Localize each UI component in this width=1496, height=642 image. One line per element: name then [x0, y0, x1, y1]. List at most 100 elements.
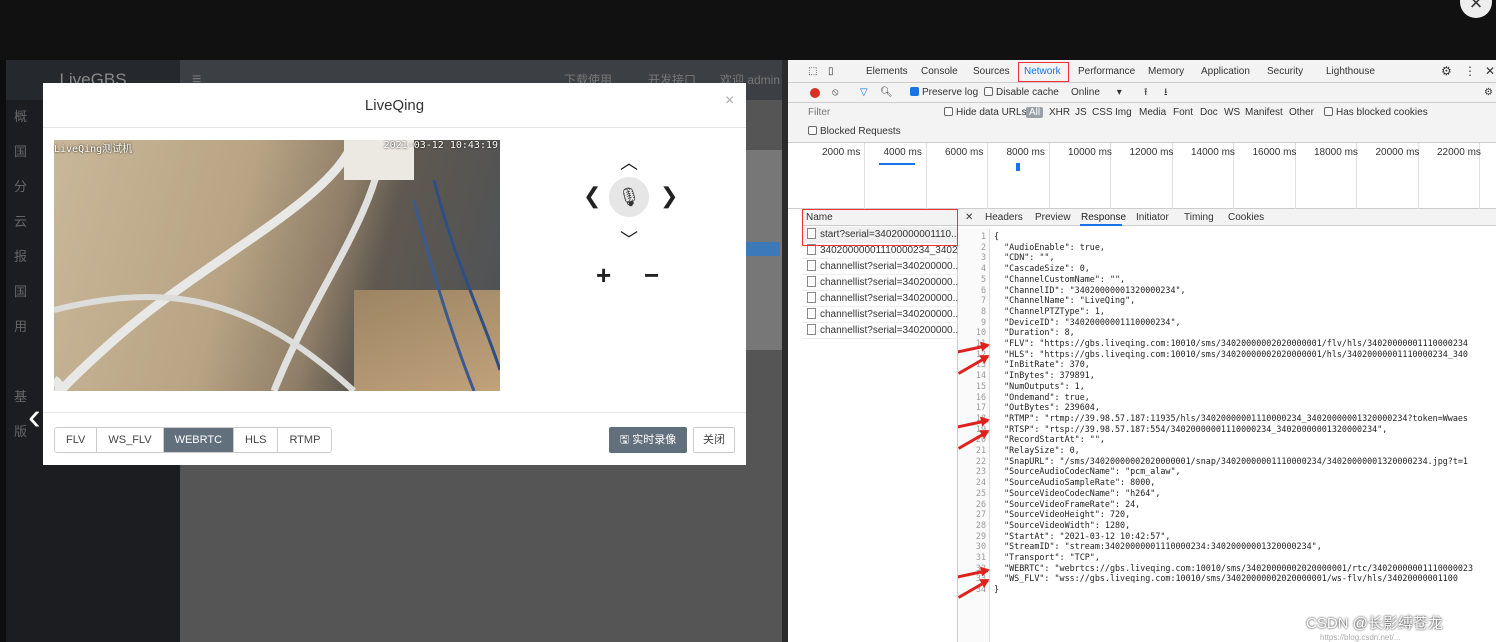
- tab-lighthouse[interactable]: Lighthouse: [1326, 60, 1375, 83]
- filter-input[interactable]: Filter: [808, 103, 830, 123]
- request-row[interactable]: channellist?serial=340200000...: [802, 291, 958, 307]
- active-tab-indicator: [1080, 224, 1122, 226]
- microphone-icon[interactable]: 🎙: [609, 177, 649, 217]
- tab-memory[interactable]: Memory: [1148, 60, 1184, 83]
- request-row[interactable]: channellist?serial=340200000...: [802, 323, 958, 339]
- record-button[interactable]: 🖫 实时录像: [609, 427, 687, 453]
- throttle-select[interactable]: Online ▾: [1071, 83, 1122, 103]
- zoom-out-button[interactable]: −: [644, 260, 659, 291]
- filter-media[interactable]: Media: [1139, 103, 1166, 123]
- line-number: 24: [975, 477, 986, 488]
- tab-performance[interactable]: Performance: [1078, 60, 1135, 83]
- code-line: "RTSP": "rtsp://39.98.57.187:554/3402000…: [994, 423, 1388, 434]
- filter-icon[interactable]: ▽: [860, 83, 868, 103]
- live-video-modal: LiveQing × LiveQing测试机 2021-03-12 10:43:…: [43, 83, 746, 465]
- tab-timing[interactable]: Timing: [1184, 209, 1214, 226]
- hide-data-urls-checkbox[interactable]: Hide data URLs: [944, 103, 1027, 123]
- record-icon[interactable]: [810, 88, 820, 98]
- request-name: channellist?serial=340200000...: [820, 261, 958, 272]
- code-line: "RecordStartAt": "",: [994, 434, 1105, 445]
- waterfall-bar: [879, 163, 915, 165]
- protocol-flv[interactable]: FLV: [55, 428, 98, 452]
- protocol-ws-flv[interactable]: WS_FLV: [97, 428, 164, 452]
- filter-font[interactable]: Font: [1173, 103, 1193, 123]
- timeline-gridline: [987, 143, 988, 209]
- search-icon[interactable]: 🔍︎: [880, 83, 893, 103]
- settings-icon[interactable]: ⚙: [1441, 60, 1452, 83]
- checkbox-icon: [1324, 107, 1333, 116]
- modal-close-icon[interactable]: ×: [725, 92, 734, 110]
- tab-headers[interactable]: Headers: [985, 209, 1023, 226]
- code-line: "OutBytes": 239604,: [994, 402, 1100, 413]
- filter-img[interactable]: Img: [1115, 103, 1132, 123]
- filter-doc[interactable]: Doc: [1200, 103, 1218, 123]
- tab-cookies[interactable]: Cookies: [1228, 209, 1264, 226]
- ptz-right-icon[interactable]: ❯: [660, 183, 678, 209]
- line-number: 29: [975, 530, 986, 541]
- clear-icon[interactable]: ⦸: [832, 83, 839, 103]
- inspect-icon[interactable]: ⬚: [808, 60, 817, 83]
- ptz-up-icon[interactable]: ︿: [619, 149, 639, 175]
- timeline-tick-label: 18000 ms: [1314, 147, 1358, 158]
- code-line: {: [994, 231, 1000, 241]
- tab-application[interactable]: Application: [1201, 60, 1250, 83]
- more-icon[interactable]: ⋮: [1464, 60, 1476, 83]
- document-icon: [807, 292, 816, 303]
- request-row[interactable]: channellist?serial=340200000...: [802, 259, 958, 275]
- tab-sources[interactable]: Sources: [973, 60, 1010, 83]
- protocol-hls[interactable]: HLS: [234, 428, 279, 452]
- filter-all-label: All: [1026, 107, 1044, 118]
- code-line: "NumOutputs": 1,: [994, 380, 1085, 391]
- hide-data-urls-label: Hide data URLs: [956, 107, 1027, 118]
- code-line: "ChannelPTZType": 1,: [994, 305, 1105, 316]
- zoom-in-button[interactable]: +: [596, 260, 611, 291]
- tab-elements[interactable]: Elements: [866, 60, 908, 83]
- filter-ws[interactable]: WS: [1224, 103, 1240, 123]
- request-detail: ✕ Headers Preview Response Initiator Tim…: [958, 209, 1496, 642]
- network-settings-icon[interactable]: ⚙: [1484, 83, 1493, 103]
- protocol-webrtc[interactable]: WEBRTC: [163, 428, 235, 452]
- ptz-down-icon[interactable]: ﹀: [619, 226, 639, 252]
- close-detail-icon[interactable]: ✕: [965, 209, 973, 226]
- request-name: 34020000001110000234_3402...: [820, 245, 958, 256]
- timeline-gridline: [925, 143, 927, 209]
- tab-security[interactable]: Security: [1267, 60, 1303, 83]
- filter-manifest[interactable]: Manifest: [1245, 103, 1283, 123]
- code-line: "AudioEnable": true,: [994, 241, 1105, 252]
- upload-icon[interactable]: ⭱: [1144, 83, 1148, 103]
- filter-other[interactable]: Other: [1289, 103, 1314, 123]
- device-toggle-icon[interactable]: ▯: [828, 60, 834, 83]
- preserve-log-checkbox[interactable]: Preserve log: [910, 83, 978, 103]
- chevron-left-icon[interactable]: ‹: [28, 396, 41, 439]
- response-body[interactable]: 1 {2 "AudioEnable": true, 3 "CDN": "", 4 "C…: [958, 229, 1496, 642]
- download-icon[interactable]: ⭳: [1164, 83, 1168, 103]
- close-devtools-icon[interactable]: ✕: [1485, 60, 1495, 83]
- code-line: "Duration": 8,: [994, 327, 1075, 338]
- video-player[interactable]: LiveQing测试机 2021-03-12 10:43:19: [54, 140, 500, 391]
- protocol-rtmp[interactable]: RTMP: [278, 428, 332, 452]
- code-line: "SourceAudioSampleRate": 8000,: [994, 477, 1156, 488]
- request-row[interactable]: channellist?serial=340200000...: [802, 307, 958, 323]
- network-overview[interactable]: 2000 ms 4000 ms 6000 ms 8000 ms 10000 ms 1200…: [788, 143, 1496, 209]
- request-highlight: [802, 209, 958, 246]
- blocked-cookies-label: Has blocked cookies: [1336, 107, 1428, 118]
- line-number: 9: [980, 316, 986, 327]
- filter-xhr[interactable]: XHR: [1049, 103, 1070, 123]
- blocked-requests-checkbox[interactable]: Blocked Requests: [808, 122, 901, 142]
- watermark-url: https://blog.csdn.net/...: [1320, 633, 1401, 642]
- tab-initiator[interactable]: Initiator: [1136, 209, 1169, 226]
- filter-js[interactable]: JS: [1075, 103, 1087, 123]
- tab-console[interactable]: Console: [921, 60, 958, 83]
- ptz-left-icon[interactable]: ❮: [583, 183, 601, 209]
- disable-cache-checkbox[interactable]: Disable cache: [984, 83, 1059, 103]
- request-name: channellist?serial=340200000...: [820, 309, 958, 320]
- has-blocked-cookies-checkbox[interactable]: Has blocked cookies: [1324, 103, 1428, 123]
- devtools-tabbar: ⬚ ▯ Elements Console Sources Network Per…: [788, 60, 1496, 83]
- code-line: "FLV": "https://gbs.liveqing.com:10010/s…: [994, 338, 1468, 348]
- tab-preview[interactable]: Preview: [1035, 209, 1071, 226]
- filter-all[interactable]: All: [1026, 103, 1044, 123]
- filter-css[interactable]: CSS: [1092, 103, 1113, 123]
- code-line: "DeviceID": "34020000001110000234",: [994, 316, 1181, 327]
- close-button[interactable]: 关闭: [693, 427, 735, 453]
- request-row[interactable]: channellist?serial=340200000...: [802, 275, 958, 291]
